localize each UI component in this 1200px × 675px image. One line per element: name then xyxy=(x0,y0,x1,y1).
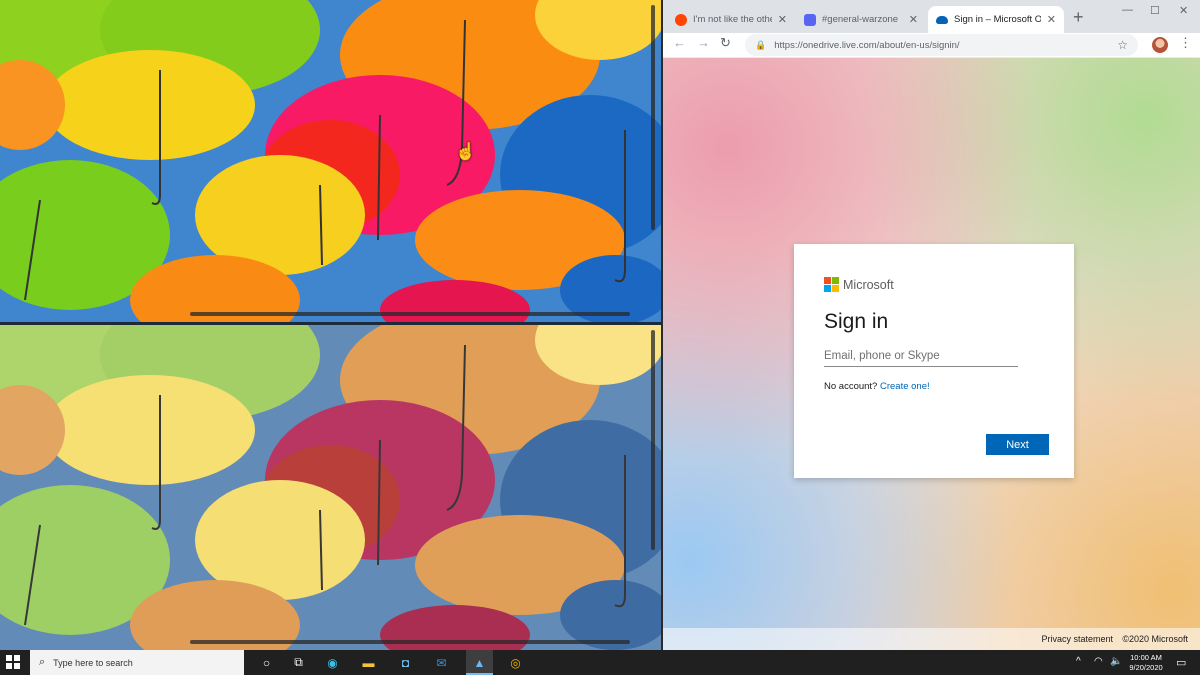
chevron-up-icon[interactable]: ^ xyxy=(1076,656,1081,667)
create-account-link[interactable]: Create one! xyxy=(880,381,930,392)
signin-card: Microsoft Sign in No account? Create one… xyxy=(794,244,1074,478)
close-tab-icon[interactable]: ✕ xyxy=(778,13,787,26)
signin-title: Sign in xyxy=(824,310,889,333)
windows-start-icon[interactable] xyxy=(6,655,20,669)
forward-arrow-icon[interactable]: → xyxy=(697,35,710,50)
tab-onedrive[interactable]: Sign in – Microsoft OneDrive ✕ xyxy=(928,6,1064,33)
mail-icon[interactable]: ✉ xyxy=(433,654,450,671)
system-clock[interactable]: 10:00 AM 9/20/2020 xyxy=(1122,653,1170,673)
photos-app-pane[interactable]: ☝ xyxy=(0,0,661,650)
kebab-menu-icon[interactable]: ⋮ xyxy=(1179,35,1192,51)
store-icon[interactable]: ◘ xyxy=(397,654,414,671)
close-window-icon[interactable]: ✕ xyxy=(1179,4,1188,17)
chrome-icon[interactable]: ◎ xyxy=(507,654,524,671)
photos-icon[interactable]: ▲ xyxy=(471,654,488,671)
horizontal-scrollbar-top[interactable] xyxy=(190,312,630,316)
tab-discord[interactable]: #general-warzone ✕ xyxy=(796,6,926,33)
notification-icon[interactable]: ▭ xyxy=(1176,656,1186,669)
email-field[interactable] xyxy=(824,346,1018,367)
cortana-icon[interactable]: ○ xyxy=(258,654,275,671)
search-icon: ⌕ xyxy=(39,656,46,668)
profile-avatar[interactable] xyxy=(1152,37,1168,53)
back-arrow-icon[interactable]: ← xyxy=(673,35,686,50)
volume-icon[interactable]: 🔈 xyxy=(1110,656,1122,667)
clock-date: 9/20/2020 xyxy=(1129,663,1163,672)
umbrella-photo-bottom[interactable] xyxy=(0,325,661,650)
clock-time: 10:00 AM xyxy=(1130,653,1162,662)
browser-toolbar: ← → ↻ 🔒 https://onedrive.live.com/about/… xyxy=(663,33,1200,58)
brand-name: Microsoft xyxy=(843,277,894,292)
new-tab-plus-icon[interactable]: + xyxy=(1073,7,1084,28)
minimize-icon[interactable]: — xyxy=(1122,4,1133,16)
task-view-icon[interactable]: ⧉ xyxy=(290,654,307,671)
onedrive-cloud-icon xyxy=(936,15,948,24)
next-button[interactable]: Next xyxy=(986,434,1049,455)
umbrella-image xyxy=(0,0,661,325)
privacy-link[interactable]: Privacy statement xyxy=(1041,634,1113,644)
close-tab-icon[interactable]: ✕ xyxy=(1047,13,1056,26)
bookmark-star-icon[interactable]: ☆ xyxy=(1117,38,1128,52)
discord-favicon-icon xyxy=(804,13,816,26)
microsoft-grid-icon xyxy=(824,277,839,292)
page-content: Microsoft Sign in No account? Create one… xyxy=(663,58,1200,650)
horizontal-scrollbar-bottom[interactable] xyxy=(190,640,630,644)
network-icon[interactable]: ◠ xyxy=(1094,656,1103,667)
file-explorer-icon[interactable]: ▬ xyxy=(360,654,377,671)
browser-window: I'm not like the other girls ✕ #general-… xyxy=(663,0,1200,650)
maximize-icon[interactable]: ☐ xyxy=(1150,4,1160,17)
taskbar-search-box[interactable]: ⌕ Type here to search xyxy=(30,650,244,675)
reddit-favicon-icon xyxy=(675,13,687,26)
search-placeholder: Type here to search xyxy=(53,657,133,668)
no-account-text: No account? xyxy=(824,381,878,392)
taskbar: ⌕ Type here to search ○ ⧉ ◉ ▬ ◘ ✉ ▲ ◎ ^ … xyxy=(0,650,1200,675)
vertical-scrollbar-bottom[interactable] xyxy=(651,330,655,550)
tab-label: #general-warzone xyxy=(822,14,899,25)
microsoft-logo: Microsoft xyxy=(824,277,1044,292)
umbrella-image-edited xyxy=(0,325,661,650)
url-text: https://onedrive.live.com/about/en-us/si… xyxy=(774,39,960,51)
page-footer: Privacy statement ©2020 Microsoft xyxy=(663,628,1200,650)
no-account-line: No account? Create one! xyxy=(824,381,1044,392)
vertical-scrollbar-top[interactable] xyxy=(651,5,655,230)
address-bar[interactable]: 🔒 https://onedrive.live.com/about/en-us/… xyxy=(745,34,1138,56)
close-tab-icon[interactable]: ✕ xyxy=(909,13,918,26)
photo-divider[interactable] xyxy=(0,322,661,325)
hand-cursor-icon: ☝ xyxy=(455,142,477,161)
tab-label: Sign in – Microsoft OneDrive xyxy=(954,14,1041,25)
umbrella-photo-top[interactable] xyxy=(0,0,661,325)
tab-strip: I'm not like the other girls ✕ #general-… xyxy=(663,0,1200,33)
reload-icon[interactable]: ↻ xyxy=(720,35,731,51)
tab-label: I'm not like the other girls xyxy=(693,14,772,25)
tab-reddit[interactable]: I'm not like the other girls ✕ xyxy=(667,6,795,33)
edge-icon[interactable]: ◉ xyxy=(324,654,341,671)
copyright-text: ©2020 Microsoft xyxy=(1122,634,1188,644)
lock-icon: 🔒 xyxy=(755,39,767,50)
